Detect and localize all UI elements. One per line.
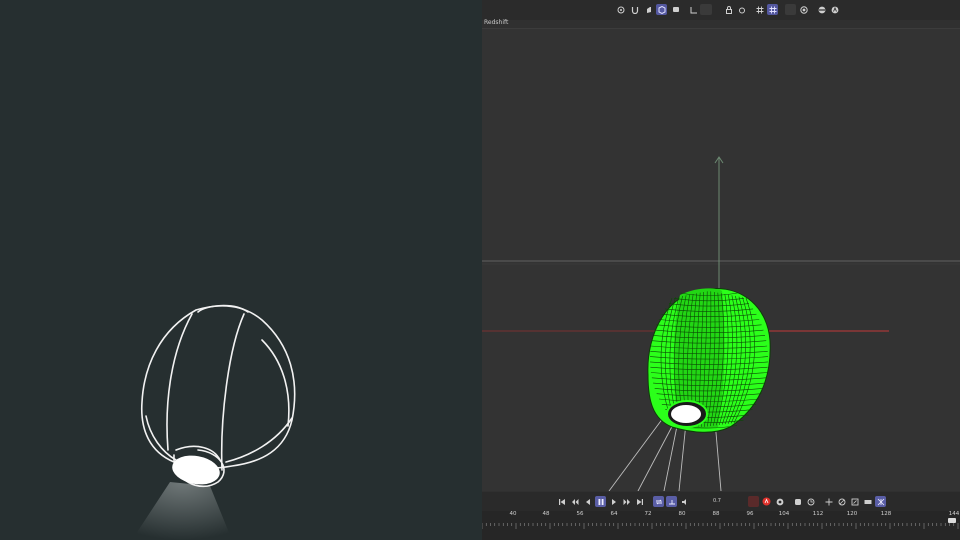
goto-end-icon[interactable] [634, 496, 645, 507]
timeline-track [482, 523, 959, 529]
lamp-lens [172, 455, 220, 485]
rotate-key-icon[interactable] [836, 496, 847, 507]
3d-viewport[interactable] [482, 28, 960, 491]
helmet-sketch [140, 304, 296, 488]
render-icon[interactable] [798, 4, 809, 15]
timeline[interactable]: 40 48 56 64 72 80 88 96 104 112 120 128 144 [482, 511, 960, 540]
next-key-icon[interactable] [621, 496, 632, 507]
keyframe-options-icon[interactable] [792, 496, 803, 507]
timeline-tick-label: 48 [542, 511, 550, 517]
pla-key-icon[interactable] [875, 496, 886, 507]
sound-icon[interactable] [679, 496, 690, 507]
timeline-tick-label: 120 [846, 511, 858, 517]
render-settings-icon[interactable] [816, 4, 827, 15]
timeline-tick-label: 40 [509, 511, 517, 517]
timeline-tick-label: 128 [880, 511, 892, 517]
axis-icon[interactable] [688, 4, 699, 15]
timeline-tick-label: 144 [948, 511, 960, 517]
timeline-tick-label: 72 [644, 511, 652, 517]
viewport-scene [482, 156, 960, 491]
scale-key-icon[interactable] [849, 496, 860, 507]
light-beam [132, 482, 232, 540]
current-frame[interactable]: 0.7 [713, 498, 721, 504]
render-region-icon[interactable] [785, 4, 796, 15]
timeline-tick-label: 64 [610, 511, 618, 517]
param-key-icon[interactable] [862, 496, 873, 507]
loop-icon[interactable] [653, 496, 664, 507]
coordinate-field[interactable] [700, 4, 712, 15]
timeline-tick-label: 80 [678, 511, 686, 517]
render-queue-icon[interactable] [829, 4, 840, 15]
helmet-mesh [647, 288, 771, 433]
mesh-lens [671, 405, 701, 423]
prev-key-icon[interactable] [569, 496, 580, 507]
record-icon[interactable] [748, 496, 759, 507]
timeline-tick-label: 88 [712, 511, 720, 517]
workplane-icon[interactable] [767, 4, 778, 15]
range-icon[interactable] [666, 496, 677, 507]
snap-icon[interactable] [736, 4, 747, 15]
play-icon[interactable] [595, 496, 606, 507]
goto-start-icon[interactable] [556, 496, 567, 507]
sketch-drawing [132, 304, 296, 540]
timeline-tick-label: 56 [576, 511, 584, 517]
sketch-panel [0, 0, 482, 540]
timeline-clock-icon[interactable] [805, 496, 816, 507]
top-toolbar [482, 0, 960, 20]
prev-frame-icon[interactable] [582, 496, 593, 507]
renderer-label: Redshift [484, 19, 509, 26]
point-mode-icon[interactable] [615, 4, 626, 15]
polygon-mode-icon[interactable] [656, 4, 667, 15]
magnet-icon[interactable] [629, 4, 640, 15]
move-key-icon[interactable] [823, 496, 834, 507]
lock-icon[interactable] [723, 4, 734, 15]
keyframe-icon[interactable] [774, 496, 785, 507]
next-frame-icon[interactable] [608, 496, 619, 507]
grid-icon[interactable] [754, 4, 765, 15]
transport-bar: 0.7 [482, 492, 960, 511]
app-window: Redshift 0.7 40 48 56 64 72 80 88 96 104… [482, 0, 960, 540]
autokey-icon[interactable] [761, 496, 772, 507]
timeline-tick-label: 104 [778, 511, 790, 517]
playhead[interactable] [948, 518, 956, 523]
timeline-tick-label: 96 [746, 511, 754, 517]
timeline-tick-label: 112 [812, 511, 824, 517]
model-mode-icon[interactable] [670, 4, 681, 15]
edge-mode-icon[interactable] [643, 4, 654, 15]
